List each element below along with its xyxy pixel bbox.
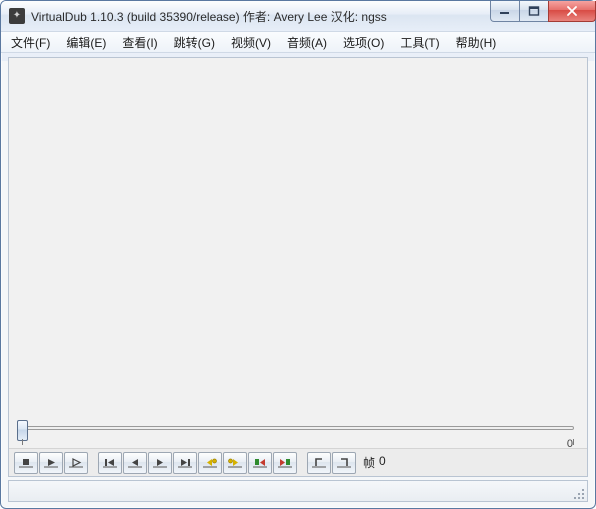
frame-label: 帧	[363, 454, 375, 471]
menu-label: 跳转(G)	[174, 34, 215, 51]
close-button[interactable]	[548, 1, 596, 22]
stop-icon	[18, 456, 34, 470]
window-title: VirtualDub 1.10.3 (build 35390/release) …	[31, 8, 491, 25]
menu-label: 帮助(H)	[456, 34, 497, 51]
transport-toolbar: 帧 0	[9, 448, 587, 476]
next-scene-button[interactable]	[273, 452, 297, 474]
menu-go[interactable]: 跳转(G)	[166, 32, 223, 52]
mark-in-button[interactable]	[307, 452, 331, 474]
go-start-icon	[102, 456, 118, 470]
mark-out-button[interactable]	[332, 452, 356, 474]
next-keyframe-button[interactable]	[223, 452, 247, 474]
menu-tools[interactable]: 工具(T)	[392, 32, 447, 52]
step-forward-button[interactable]	[148, 452, 172, 474]
menu-label: 文件(F)	[11, 34, 50, 51]
prev-keyframe-icon	[202, 456, 218, 470]
prev-keyframe-button[interactable]	[198, 452, 222, 474]
mark-out-icon	[336, 456, 352, 470]
titlebar[interactable]: ✦ VirtualDub 1.10.3 (build 35390/release…	[1, 1, 595, 31]
frame-value: 0	[379, 454, 386, 471]
menu-help[interactable]: 帮助(H)	[448, 32, 505, 52]
go-start-button[interactable]	[98, 452, 122, 474]
step-back-button[interactable]	[123, 452, 147, 474]
menu-label: 工具(T)	[400, 34, 439, 51]
statusbar	[8, 480, 588, 502]
slider-track	[22, 426, 574, 430]
slider-thumb[interactable]	[17, 420, 28, 441]
play-output-icon	[68, 456, 84, 470]
go-end-icon	[177, 456, 193, 470]
minimize-icon	[499, 6, 511, 16]
menu-file[interactable]: 文件(F)	[3, 32, 58, 52]
step-forward-icon	[152, 456, 168, 470]
app-icon: ✦	[9, 8, 25, 24]
play-icon	[43, 456, 59, 470]
go-end-button[interactable]	[173, 452, 197, 474]
position-slider-wrap: 0	[9, 418, 587, 448]
maximize-button[interactable]	[519, 1, 549, 22]
stop-button[interactable]	[14, 452, 38, 474]
menu-options[interactable]: 选项(O)	[335, 32, 392, 52]
window-buttons	[491, 1, 596, 22]
minimize-button[interactable]	[490, 1, 520, 22]
menu-label: 查看(I)	[122, 34, 157, 51]
next-scene-icon	[277, 456, 293, 470]
menu-edit[interactable]: 编辑(E)	[58, 32, 114, 52]
frame-readout: 帧 0	[363, 454, 386, 471]
menu-label: 视频(V)	[231, 34, 271, 51]
client-area: 0	[8, 57, 588, 477]
slider-end-label: 0	[567, 438, 573, 450]
prev-scene-button[interactable]	[248, 452, 272, 474]
menu-video[interactable]: 视频(V)	[223, 32, 279, 52]
menu-label: 选项(O)	[343, 34, 384, 51]
step-back-icon	[127, 456, 143, 470]
next-keyframe-icon	[227, 456, 243, 470]
menu-label: 音频(A)	[287, 34, 327, 51]
play-input-button[interactable]	[39, 452, 63, 474]
prev-scene-icon	[252, 456, 268, 470]
mark-in-icon	[311, 456, 327, 470]
position-slider[interactable]: 0	[17, 420, 579, 448]
menu-label: 编辑(E)	[66, 34, 106, 51]
menu-view[interactable]: 查看(I)	[114, 32, 165, 52]
menu-audio[interactable]: 音频(A)	[279, 32, 335, 52]
menubar: 文件(F) 编辑(E) 查看(I) 跳转(G) 视频(V) 音频(A) 选项(O…	[1, 31, 595, 53]
maximize-icon	[528, 6, 540, 16]
video-viewport	[9, 58, 587, 418]
slider-ticks	[22, 439, 574, 445]
resize-grip[interactable]	[570, 485, 584, 499]
close-icon	[565, 6, 579, 16]
play-output-button[interactable]	[64, 452, 88, 474]
app-window: ✦ VirtualDub 1.10.3 (build 35390/release…	[0, 0, 596, 509]
